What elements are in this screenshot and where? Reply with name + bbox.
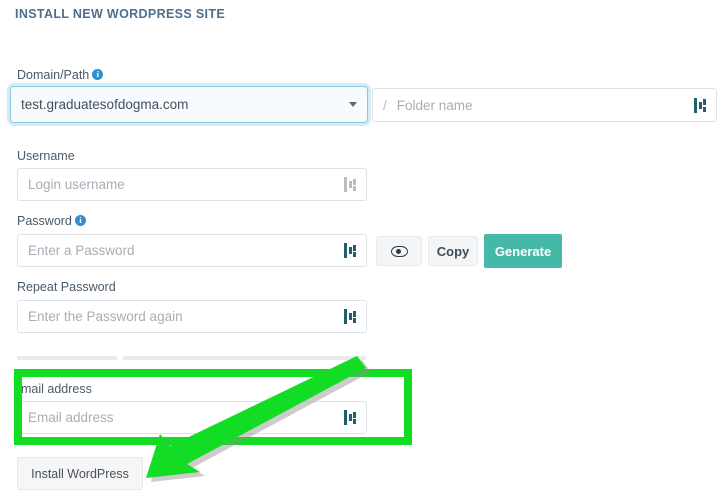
domain-path-label-text: Domain/Path [17, 68, 90, 82]
install-wordpress-button[interactable]: Install WordPress [17, 457, 143, 490]
chevron-down-icon [349, 102, 357, 107]
install-wordpress-panel: INSTALL NEW WORDPRESS SITE Domain/Path t… [0, 0, 728, 503]
password-manager-autofill-icon[interactable] [344, 177, 356, 192]
folder-name-placeholder: Folder name [396, 97, 473, 113]
page-title: INSTALL NEW WORDPRESS SITE [15, 7, 226, 21]
username-input[interactable]: Login username [17, 168, 367, 201]
domain-path-selected-value: test.graduatesofdogma.com [21, 97, 189, 112]
username-placeholder: Login username [28, 177, 125, 192]
repeat-password-label: Repeat Password [17, 280, 116, 294]
password-manager-autofill-icon[interactable] [344, 410, 356, 425]
password-label: Password [17, 214, 86, 228]
password-placeholder: Enter a Password [28, 243, 135, 258]
email-address-placeholder: Email address [28, 410, 114, 425]
copy-password-button[interactable]: Copy [428, 236, 478, 266]
password-input[interactable]: Enter a Password [17, 234, 367, 267]
clipped-element-bar-left [17, 356, 117, 360]
folder-path-slash: / [383, 97, 387, 113]
email-address-input[interactable]: Email address [17, 401, 367, 434]
password-label-text: Password [17, 214, 72, 228]
password-manager-autofill-icon[interactable] [344, 309, 356, 324]
repeat-password-input[interactable]: Enter the Password again [17, 300, 367, 333]
folder-name-input[interactable]: / Folder name [372, 88, 717, 122]
generate-password-button[interactable]: Generate [484, 234, 562, 268]
repeat-password-placeholder: Enter the Password again [28, 309, 183, 324]
password-manager-autofill-icon[interactable] [344, 243, 356, 258]
username-label: Username [17, 149, 75, 163]
domain-path-select[interactable]: test.graduatesofdogma.com [10, 86, 368, 123]
eye-icon [390, 245, 408, 257]
clipped-element-bar-right [123, 356, 366, 360]
password-manager-autofill-icon[interactable] [694, 97, 706, 113]
show-password-button[interactable] [376, 236, 422, 266]
domain-path-label: Domain/Path [17, 68, 104, 82]
info-circle-icon[interactable] [92, 68, 104, 80]
info-circle-icon[interactable] [74, 214, 86, 226]
email-address-label: mail address [21, 382, 92, 396]
